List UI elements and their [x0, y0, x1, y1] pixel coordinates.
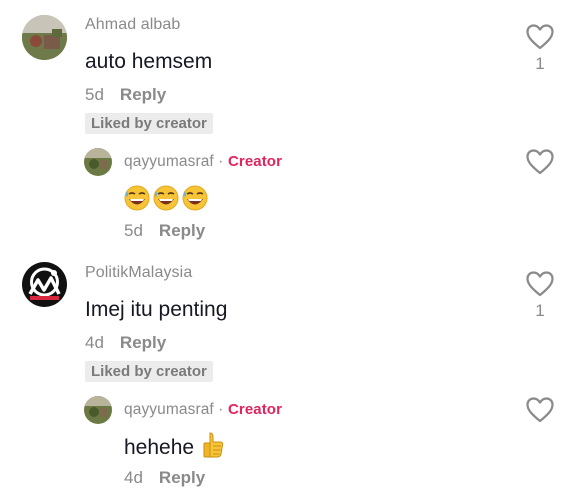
comment-meta: 4d Reply: [85, 333, 166, 353]
emoji-row: [124, 184, 210, 212]
avatar[interactable]: [84, 396, 112, 424]
reply-meta: 4d Reply: [124, 468, 205, 488]
comment-age: 4d: [85, 333, 104, 352]
reply-age: 4d: [124, 468, 143, 487]
comment-meta: 5d Reply: [85, 85, 166, 105]
reply-button[interactable]: Reply: [120, 333, 166, 352]
reply-button[interactable]: Reply: [159, 221, 205, 240]
grinning-sweat-face-icon: [124, 185, 150, 211]
avatar[interactable]: [22, 15, 67, 60]
comment-age: 5d: [85, 85, 104, 104]
reply-username-row: qayyumasraf · Creator: [124, 153, 282, 171]
separator-dot: ·: [218, 153, 224, 170]
creator-label: Creator: [227, 401, 283, 418]
thumbs-up-icon: [202, 432, 224, 464]
avatar[interactable]: [22, 262, 67, 307]
like-count: 1: [535, 301, 545, 320]
liked-by-creator-badge: Liked by creator: [85, 113, 213, 134]
heart-icon[interactable]: [526, 24, 554, 50]
creator-label: Creator: [227, 153, 283, 170]
reply-username[interactable]: qayyumasraf: [124, 153, 214, 170]
like-count: 1: [535, 54, 545, 73]
comment-text: Imej itu penting: [85, 298, 228, 321]
reply-username-row: qayyumasraf · Creator: [124, 401, 282, 419]
reply-button[interactable]: Reply: [159, 468, 205, 487]
reply-username[interactable]: qayyumasraf: [124, 401, 214, 418]
separator-dot: ·: [218, 401, 224, 418]
reply-meta: 5d Reply: [124, 221, 205, 241]
heart-icon[interactable]: [526, 271, 554, 297]
heart-icon[interactable]: [526, 149, 554, 175]
liked-by-creator-badge: Liked by creator: [85, 361, 213, 382]
reply-text-row: hehehe: [124, 432, 224, 464]
comment-username[interactable]: PolitikMalaysia: [85, 264, 192, 282]
reply-age: 5d: [124, 221, 143, 240]
reply-text: hehehe: [124, 436, 195, 459]
heart-icon[interactable]: [526, 397, 554, 423]
reply-button[interactable]: Reply: [120, 85, 166, 104]
comment-text: auto hemsem: [85, 50, 213, 73]
avatar[interactable]: [84, 148, 112, 176]
comment-username[interactable]: Ahmad albab: [85, 16, 180, 34]
